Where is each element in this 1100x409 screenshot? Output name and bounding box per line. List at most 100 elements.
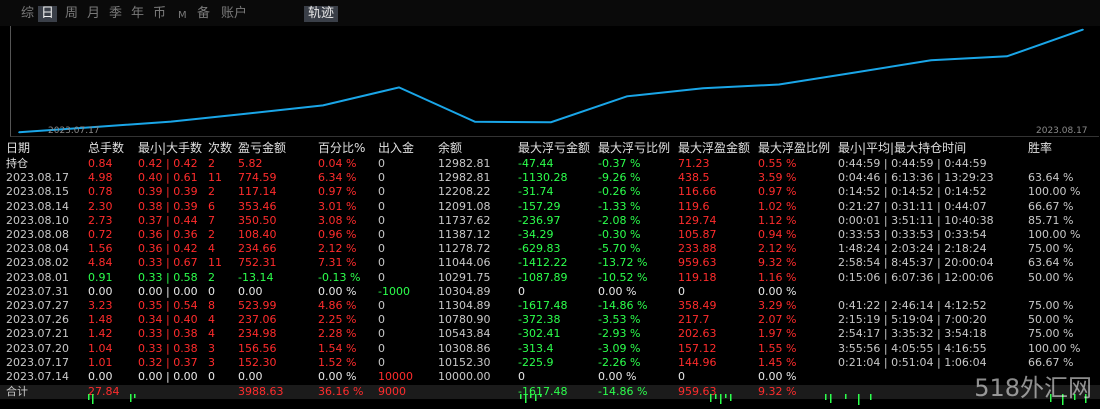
header-balance[interactable]: 余额 — [438, 141, 462, 156]
equity-point — [1082, 28, 1084, 31]
header-pnl[interactable]: 盈亏金额 — [238, 141, 286, 156]
cell-pnl: 234.66 — [238, 242, 277, 256]
table-row[interactable]: 2023.08.04 1.56 0.36 | 0.42 4 234.66 2.12 % 0 1… — [0, 242, 1100, 256]
header-deposit[interactable]: 出入金 — [378, 141, 414, 156]
cell-max-float-loss: 0 — [518, 370, 525, 383]
table-row[interactable]: 2023.08.08 0.72 0.36 | 0.36 2 108.40 0.96 % 0 1… — [0, 228, 1100, 242]
cell-balance: 10308.86 — [438, 341, 491, 355]
cell-percent: 1.52 % — [318, 355, 357, 369]
table-row[interactable]: 2023.07.14 0.00 0.00 | 0.00 0 0.00 0.00 % 1000… — [0, 370, 1100, 384]
header-max-float-profit[interactable]: 最大浮盈金额 — [678, 141, 750, 156]
chart-x-end-label: 2023.08.17 — [1036, 126, 1088, 136]
cell-max-float-loss-pct: -14.86 % — [598, 299, 648, 312]
cell-hold-time: 2:54:17 | 3:35:32 | 3:54:18 — [838, 327, 987, 341]
cell-deposit: 0 — [378, 228, 385, 241]
cell-total-lots: 0.78 — [88, 185, 113, 199]
table-row[interactable]: 2023.08.15 0.78 0.39 | 0.39 2 117.14 0.97 % 0 1… — [0, 185, 1100, 199]
cell-max-float-loss-pct: -9.26 % — [598, 171, 641, 185]
cell-total-lots: 2.30 — [88, 199, 113, 213]
tab-5[interactable]: 年 — [128, 6, 147, 22]
cell-min-max-lots: 0.42 | 0.42 — [138, 157, 198, 170]
header-total-lots[interactable]: 总手数 — [88, 141, 124, 156]
cell-date: 2023.07.27 — [6, 299, 69, 312]
cell-count: 11 — [208, 256, 222, 270]
cell-max-float-loss: -629.83 — [518, 242, 561, 256]
cell-total-lots: 0.72 — [88, 228, 113, 241]
tab-6[interactable]: 币 — [150, 6, 169, 22]
table-row[interactable]: 2023.07.20 1.04 0.33 | 0.38 3 156.56 1.54 % 0 1… — [0, 342, 1100, 356]
watermark: 518外汇网 — [974, 374, 1092, 402]
tab-0[interactable]: 综 — [18, 6, 37, 22]
header-max-float-loss-pct[interactable]: 最大浮亏比例 — [598, 141, 670, 156]
cell-deposit: 0 — [378, 199, 385, 213]
cell-max-float-loss: -1412.22 — [518, 256, 568, 270]
header-count[interactable]: 次数 — [208, 141, 232, 156]
cell-percent: 2.28 % — [318, 327, 357, 341]
cell-win-rate: 75.00 % — [1028, 327, 1074, 341]
cell-max-float-profit-pct: 1.55 % — [758, 341, 797, 355]
cell-hold-time: 3:55:56 | 4:05:55 | 4:16:55 — [838, 341, 987, 355]
cell-date: 2023.08.04 — [6, 242, 69, 256]
tab-1[interactable]: 日 — [38, 6, 58, 22]
table-row[interactable]: 2023.07.17 1.01 0.32 | 0.37 3 152.30 1.52 % 0 1… — [0, 356, 1100, 370]
period-tab-bar: 综日周月季年币 M 备账户 轨迹 — [0, 0, 1100, 26]
table-row[interactable]: 2023.07.31 0.00 0.00 | 0.00 0 0.00 0.00 % -100… — [0, 285, 1100, 299]
cell-count: 4 — [208, 327, 215, 341]
cell-total-lots: 1.56 — [88, 242, 113, 256]
equity-point — [170, 120, 172, 123]
table-row[interactable]: 2023.07.21 1.42 0.33 | 0.38 4 234.98 2.28 % 0 1… — [0, 327, 1100, 341]
cell-date: 2023.08.08 — [6, 228, 69, 241]
cell-deposit: 0 — [378, 270, 385, 284]
cell-max-float-profit-pct: 3.59 % — [758, 171, 797, 185]
cell-max-float-profit-pct: 3.29 % — [758, 299, 797, 312]
table-row[interactable]: 持仓 0.84 0.42 | 0.42 2 5.82 0.04 % 0 12982.81 -47… — [0, 157, 1100, 171]
header-max-float-profit-pct[interactable]: 最大浮盈比例 — [758, 141, 830, 156]
cell-percent: -0.13 % — [318, 270, 361, 284]
tab-8[interactable]: 备 — [194, 6, 213, 22]
table-row[interactable]: 2023.07.26 1.48 0.34 | 0.40 4 237.06 2.25 % 0 1… — [0, 313, 1100, 327]
cell-hold-time: 0:15:06 | 6:07:36 | 12:00:06 — [838, 270, 994, 284]
tab-7[interactable]: M — [175, 8, 190, 24]
tab-9[interactable]: 账户 — [218, 6, 250, 22]
cell-deposit: 0 — [378, 213, 385, 227]
cell-max-float-profit: 438.5 — [678, 171, 710, 185]
header-win-rate[interactable]: 胜率 — [1028, 141, 1052, 156]
cell-date: 2023.07.20 — [6, 341, 69, 355]
table-row[interactable]: 2023.07.27 3.23 0.35 | 0.54 8 523.99 4.86 % 0 1… — [0, 299, 1100, 313]
cell-count: 0 — [208, 284, 215, 298]
cell-deposit: 0 — [378, 242, 385, 256]
tab-3[interactable]: 月 — [84, 6, 103, 22]
cell-max-float-profit-pct: 1.97 % — [758, 327, 797, 341]
track-button[interactable]: 轨迹 — [304, 6, 339, 22]
table-row[interactable]: 2023.08.01 0.91 0.33 | 0.58 2 -13.14 -0.13 % 0… — [0, 271, 1100, 285]
cell-max-float-loss-pct: -0.26 % — [598, 185, 641, 199]
cell-date: 2023.07.31 — [6, 284, 69, 298]
tab-4[interactable]: 季 — [106, 6, 125, 22]
equity-point — [778, 83, 780, 86]
header-max-float-loss[interactable]: 最大浮亏金额 — [518, 141, 590, 156]
cell-count: 4 — [208, 313, 215, 327]
header-percent[interactable]: 百分比% — [318, 141, 365, 156]
cell-pnl: 0.00 — [238, 284, 263, 298]
cell-date: 2023.08.17 — [6, 171, 69, 185]
cell-percent: 0.97 % — [318, 185, 357, 199]
cell-max-float-profit-pct: 1.02 % — [758, 199, 797, 213]
header-hold-time[interactable]: 最小|平均|最大持仓时间 — [838, 141, 966, 156]
cell-percent: 0.00 % — [318, 370, 357, 383]
table-row[interactable]: 2023.08.10 2.73 0.37 | 0.44 7 350.50 3.08 % 0 1… — [0, 214, 1100, 228]
header-date[interactable]: 日期 — [6, 141, 30, 156]
cell-min-max-lots: 0.35 | 0.54 — [138, 299, 198, 312]
cell-max-float-loss-pct: 0.00 % — [598, 284, 637, 298]
cell-max-float-profit-pct: 1.16 % — [758, 270, 797, 284]
table-row[interactable]: 2023.08.14 2.30 0.38 | 0.39 6 353.46 3.01 % 0 1… — [0, 200, 1100, 214]
table-row[interactable]: 2023.08.17 4.98 0.40 | 0.61 11 774.59 6.34 % 0… — [0, 171, 1100, 185]
tab-2[interactable]: 周 — [62, 6, 81, 22]
cell-balance: 10152.30 — [438, 355, 491, 369]
cell-min-max-lots: 0.34 | 0.40 — [138, 313, 198, 327]
cell-balance: 11304.89 — [438, 299, 491, 312]
cell-deposit: 0 — [378, 157, 385, 170]
cell-pnl: 108.40 — [238, 228, 277, 241]
table-row[interactable]: 2023.08.02 4.84 0.33 | 0.67 11 752.31 7.31 % 0… — [0, 256, 1100, 270]
cell-percent: 4.86 % — [318, 299, 357, 312]
header-min-max-lots[interactable]: 最小|大手数 — [138, 141, 202, 156]
